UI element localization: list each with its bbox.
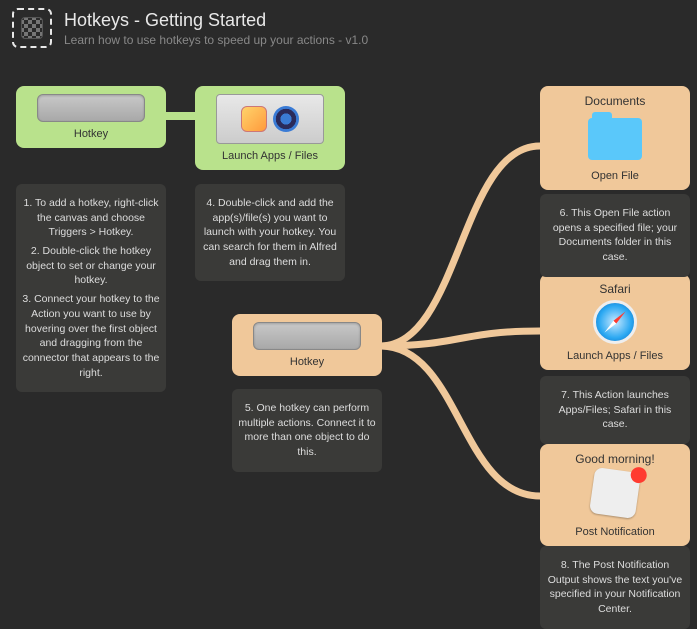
caption-8: 8. The Post Notification Output shows th… — [540, 546, 690, 629]
folder-icon — [588, 118, 642, 160]
caption-6: 6. This Open File action opens a specifi… — [540, 194, 690, 277]
app-icon — [241, 106, 267, 132]
hotkey-field[interactable] — [253, 322, 361, 350]
node-label: Hotkey — [74, 128, 108, 140]
node-title: Documents — [585, 94, 646, 108]
workflow-header: Hotkeys - Getting Started Learn how to u… — [0, 0, 697, 56]
caption-5: 5. One hotkey can perform multiple actio… — [232, 389, 382, 472]
workflow-subtitle: Learn how to use hotkeys to speed up you… — [64, 33, 368, 47]
workflow-title: Hotkeys - Getting Started — [64, 10, 368, 31]
launch-apps-node-1[interactable]: Launch Apps / Files — [195, 86, 345, 170]
notification-icon — [589, 467, 641, 519]
hotkey-node-1[interactable]: Hotkey — [16, 86, 166, 148]
node-label: Launch Apps / Files — [567, 350, 663, 362]
caption-4: 4. Double-click and add the app(s)/file(… — [195, 184, 345, 281]
caption-1: 1. To add a hotkey, right-click the canv… — [16, 184, 166, 392]
open-file-node[interactable]: Documents Open File — [540, 86, 690, 190]
hotkey-node-2[interactable]: Hotkey — [232, 314, 382, 376]
node-label: Open File — [591, 170, 639, 182]
node-label: Launch Apps / Files — [222, 150, 318, 162]
workflow-icon — [12, 8, 52, 48]
safari-launch-node[interactable]: Safari Launch Apps / Files — [540, 274, 690, 370]
notification-badge-icon — [630, 466, 648, 484]
workflow-canvas[interactable]: Hotkey Launch Apps / Files Hotkey Docume… — [0, 56, 697, 614]
node-title: Safari — [599, 282, 630, 296]
node-label: Post Notification — [575, 526, 654, 538]
node-label: Hotkey — [290, 356, 324, 368]
post-notification-node[interactable]: Good morning! Post Notification — [540, 444, 690, 546]
hotkey-field[interactable] — [37, 94, 145, 122]
node-title: Good morning! — [575, 452, 654, 466]
safari-icon — [593, 300, 637, 344]
app-preview — [216, 94, 324, 144]
onepassword-icon — [273, 106, 299, 132]
caption-7: 7. This Action launches Apps/Files; Safa… — [540, 376, 690, 444]
